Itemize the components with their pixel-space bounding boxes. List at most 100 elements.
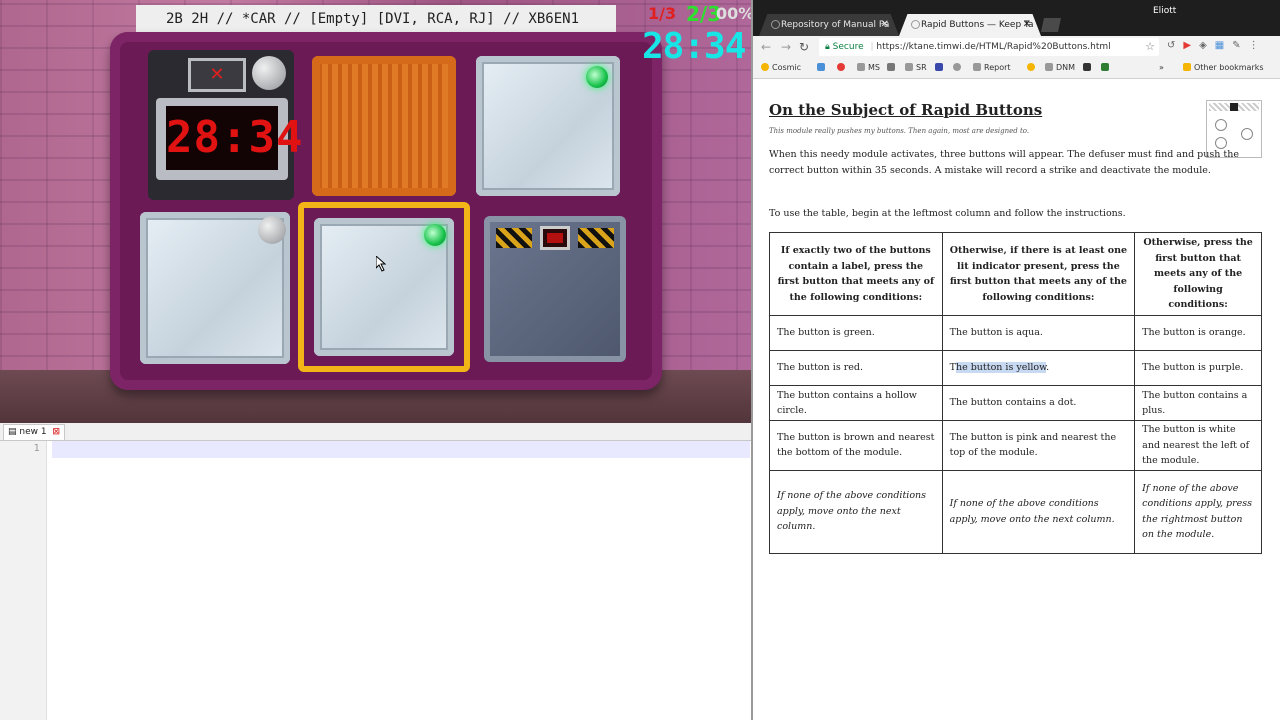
solved-led-icon: [586, 66, 608, 88]
close-tab-icon[interactable]: ✕: [881, 14, 889, 36]
page-title: On the Subject of Rapid Buttons: [769, 101, 1043, 119]
module-top-right[interactable]: [476, 56, 620, 196]
globe-icon: [771, 20, 780, 29]
manual-page[interactable]: On the Subject of Rapid Buttons This mod…: [753, 79, 1280, 720]
status-knob-icon: [258, 216, 286, 244]
line-number: 1: [33, 443, 40, 454]
table-cell: The button is aqua.: [941, 315, 1136, 351]
table-cell: The button is brown and nearest the bott…: [769, 420, 943, 471]
hud-time: 28:34: [642, 26, 746, 67]
browser-tab-rapid-buttons[interactable]: Rapid Buttons — Keep Ta ✕: [899, 14, 1041, 36]
bookmark-icon-2[interactable]: [837, 63, 848, 72]
address-bar[interactable]: 🔒︎ Secure | https://ktane.timwi.de/HTML/…: [819, 38, 1159, 56]
table-cell: The button is purple.: [1134, 350, 1262, 386]
new-tab-button[interactable]: [1041, 18, 1061, 32]
timer-knob-icon: [252, 56, 286, 90]
shield-icon[interactable]: ◈: [1199, 40, 1215, 51]
browser-tab-repository[interactable]: Repository of Manual Pa ✕: [759, 14, 899, 36]
bookmark-icon-7[interactable]: [953, 63, 964, 72]
bookmark-icon-6[interactable]: [935, 63, 946, 72]
browser-window: Repository of Manual Pa ✕ Rapid Buttons …: [753, 0, 1280, 720]
diagram-button-icon: [1241, 128, 1253, 140]
table-cell: The button is orange.: [1134, 315, 1262, 351]
table-header-row: If exactly two of the buttons contain a …: [769, 232, 1262, 316]
hud-strikes: 1/3: [648, 4, 677, 23]
browser-titlebar: Repository of Manual Pa ✕ Rapid Buttons …: [753, 0, 1280, 36]
rapid-buttons-module[interactable]: [314, 218, 454, 356]
column-header: If exactly two of the buttons contain a …: [769, 232, 943, 316]
table-cell: The button is green.: [769, 315, 943, 351]
wrench-icon[interactable]: ✎: [1232, 40, 1248, 51]
timer-display: 28:34: [166, 106, 302, 170]
bookmark-icon-9[interactable]: [1027, 63, 1038, 72]
other-bookmarks[interactable]: Other bookmarks: [1183, 63, 1264, 72]
table-row: The button is brown and nearest the bott…: [769, 420, 1262, 471]
hazard-stripe-left: [496, 228, 532, 248]
bookmarks-bar: Cosmic MS SR Report DNM » Other bookmark…: [753, 58, 1280, 79]
secure-label: Secure: [832, 42, 864, 52]
strike-indicator: ✕: [188, 58, 246, 92]
bookmark-ms[interactable]: MS: [857, 63, 880, 72]
bookmark-icon-11[interactable]: [1083, 63, 1094, 72]
menu-icon[interactable]: ⋮: [1249, 40, 1267, 51]
bookmark-icon-4[interactable]: [887, 63, 898, 72]
text-selection: he button is yellow: [955, 362, 1047, 374]
back-icon[interactable]: ←: [761, 40, 771, 54]
tab-label: Rapid Buttons — Keep Ta: [921, 20, 1034, 30]
grid-icon[interactable]: ▦: [1215, 40, 1232, 51]
editor-tab-bar: ▤ new 1 ⊠: [0, 423, 752, 441]
history-icon[interactable]: ↺: [1167, 40, 1183, 51]
more-bookmarks-icon[interactable]: »: [1159, 63, 1164, 72]
divider: |: [870, 42, 874, 52]
table-row: The button is red. The button is yellow.…: [769, 350, 1262, 386]
profile-name[interactable]: Eliott: [1153, 6, 1176, 16]
close-icon[interactable]: ⊠: [52, 427, 60, 437]
needy-timer-display: [540, 226, 570, 250]
table-cell-fallback: If none of the above conditions apply, p…: [1134, 469, 1262, 554]
bookmark-star-icon[interactable]: ☆: [1145, 38, 1155, 56]
table-cell: The button is red.: [769, 350, 943, 386]
editor-text-area[interactable]: [52, 441, 750, 458]
reload-icon[interactable]: ↻: [799, 40, 809, 54]
editor-tab[interactable]: ▤ new 1 ⊠: [3, 424, 66, 440]
bookmark-report[interactable]: Report: [973, 63, 1011, 72]
bookmark-icon-1[interactable]: [817, 63, 828, 72]
document-icon: ▤: [8, 427, 17, 437]
table-cell-fallback: If none of the above conditions apply, m…: [769, 469, 943, 554]
table-cell: The button contains a hollow circle.: [769, 385, 943, 421]
bookmark-icon-12[interactable]: [1101, 63, 1112, 72]
module-bottom-left[interactable]: [140, 212, 290, 364]
table-cell: The button is white and nearest the left…: [1134, 420, 1262, 471]
table-cell: The button is pink and nearest the top o…: [941, 420, 1136, 471]
solved-led-icon: [424, 224, 446, 246]
text-editor[interactable]: ▤ new 1 ⊠ 1: [0, 423, 752, 720]
lock-icon: 🔒︎: [825, 42, 830, 52]
bookmark-dnm[interactable]: DNM: [1045, 63, 1075, 72]
youtube-icon[interactable]: ▶: [1183, 40, 1199, 51]
forward-icon[interactable]: →: [781, 40, 791, 54]
editor-tab-label: new 1: [19, 427, 47, 437]
game-viewport[interactable]: 2B 2H // *CAR // [Empty] [DVI, RCA, RJ] …: [0, 0, 752, 423]
column-header: Otherwise, press the first button that m…: [1134, 232, 1262, 316]
bomb-casing: ✕ 28:34: [110, 32, 662, 390]
url-text: https://ktane.timwi.de/HTML/Rapid%20Butt…: [876, 42, 1111, 52]
close-tab-icon[interactable]: ✕: [1023, 14, 1031, 36]
bookmark-cosmic[interactable]: Cosmic: [761, 63, 801, 72]
bookmark-sr[interactable]: SR: [905, 63, 927, 72]
mouse-cursor-icon: [376, 256, 387, 272]
table-cell-highlighted: The button is yellow.: [941, 350, 1136, 386]
instructions-paragraph: To use the table, begin at the leftmost …: [769, 208, 1126, 219]
globe-icon: [911, 20, 920, 29]
diagram-button-circle-icon: [1215, 119, 1227, 131]
rapid-buttons-module-selected[interactable]: [298, 202, 470, 372]
browser-toolbar: ← → ↻ 🔒︎ Secure | https://ktane.timwi.de…: [753, 36, 1280, 58]
tab-label: Repository of Manual Pa: [781, 20, 890, 30]
needy-module[interactable]: [484, 216, 626, 362]
extension-icons[interactable]: ↺▶◈▦✎⋮: [1167, 40, 1267, 51]
page-subtitle: This module really pushes my buttons. Th…: [769, 127, 1030, 135]
timer-module: ✕ 28:34: [148, 50, 302, 200]
cell-tail: .: [1046, 362, 1050, 374]
line-gutter: 1: [0, 441, 47, 720]
vent-module[interactable]: [312, 56, 456, 196]
table-cell-fallback: If none of the above conditions apply, m…: [941, 469, 1136, 554]
